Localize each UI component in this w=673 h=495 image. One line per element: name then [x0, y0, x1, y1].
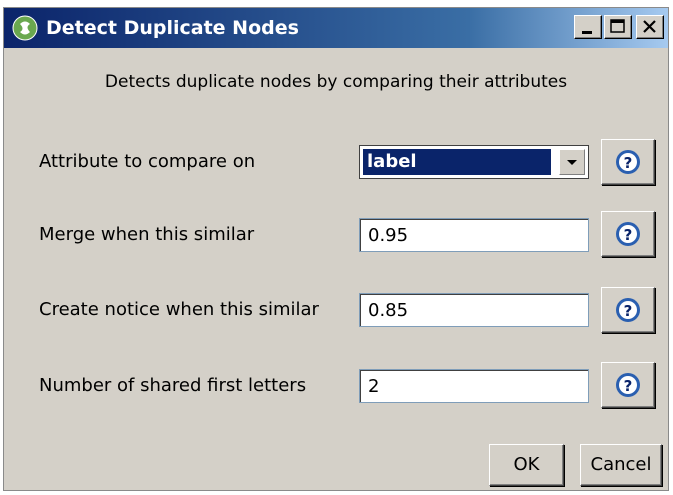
shared-letters-input[interactable] [359, 369, 589, 403]
shared-letters-label: Number of shared first letters [39, 375, 307, 396]
minimize-icon [582, 31, 592, 34]
notice-threshold-input[interactable] [359, 293, 589, 327]
attribute-label: Attribute to compare on [39, 151, 256, 172]
title-bar[interactable]: Detect Duplicate Nodes [4, 8, 668, 48]
help-question-icon: ? [616, 298, 640, 322]
dropdown-button[interactable] [559, 149, 585, 175]
svg-text:?: ? [624, 302, 633, 320]
merge-threshold-input[interactable] [359, 218, 589, 252]
attribute-select-value: label [363, 149, 551, 175]
ok-button[interactable]: OK [489, 444, 564, 486]
notice-label: Create notice when this similar [39, 299, 319, 320]
help-button-attribute[interactable]: ? [601, 139, 655, 185]
app-icon [12, 15, 38, 41]
dialog-description: Detects duplicate nodes by comparing the… [104, 72, 568, 92]
help-question-icon: ? [616, 373, 640, 397]
help-button-merge[interactable]: ? [601, 211, 655, 257]
help-button-notice[interactable]: ? [601, 287, 655, 333]
minimize-button[interactable] [574, 15, 602, 39]
svg-text:?: ? [624, 154, 633, 172]
help-question-icon: ? [616, 150, 640, 174]
close-icon [643, 20, 656, 33]
svg-text:?: ? [624, 377, 633, 395]
help-question-icon: ? [616, 222, 640, 246]
chevron-down-icon [567, 160, 577, 165]
help-button-shared-letters[interactable]: ? [601, 362, 655, 408]
svg-text:?: ? [624, 226, 633, 244]
merge-label: Merge when this similar [39, 224, 255, 245]
maximize-button[interactable] [604, 15, 632, 39]
attribute-select[interactable]: label [359, 145, 589, 179]
maximize-icon [610, 19, 625, 33]
dialog-window: Detect Duplicate Nodes Detects duplicate… [3, 7, 669, 491]
close-button[interactable] [636, 15, 664, 39]
cancel-button[interactable]: Cancel [580, 444, 662, 486]
window-title: Detect Duplicate Nodes [46, 17, 299, 39]
